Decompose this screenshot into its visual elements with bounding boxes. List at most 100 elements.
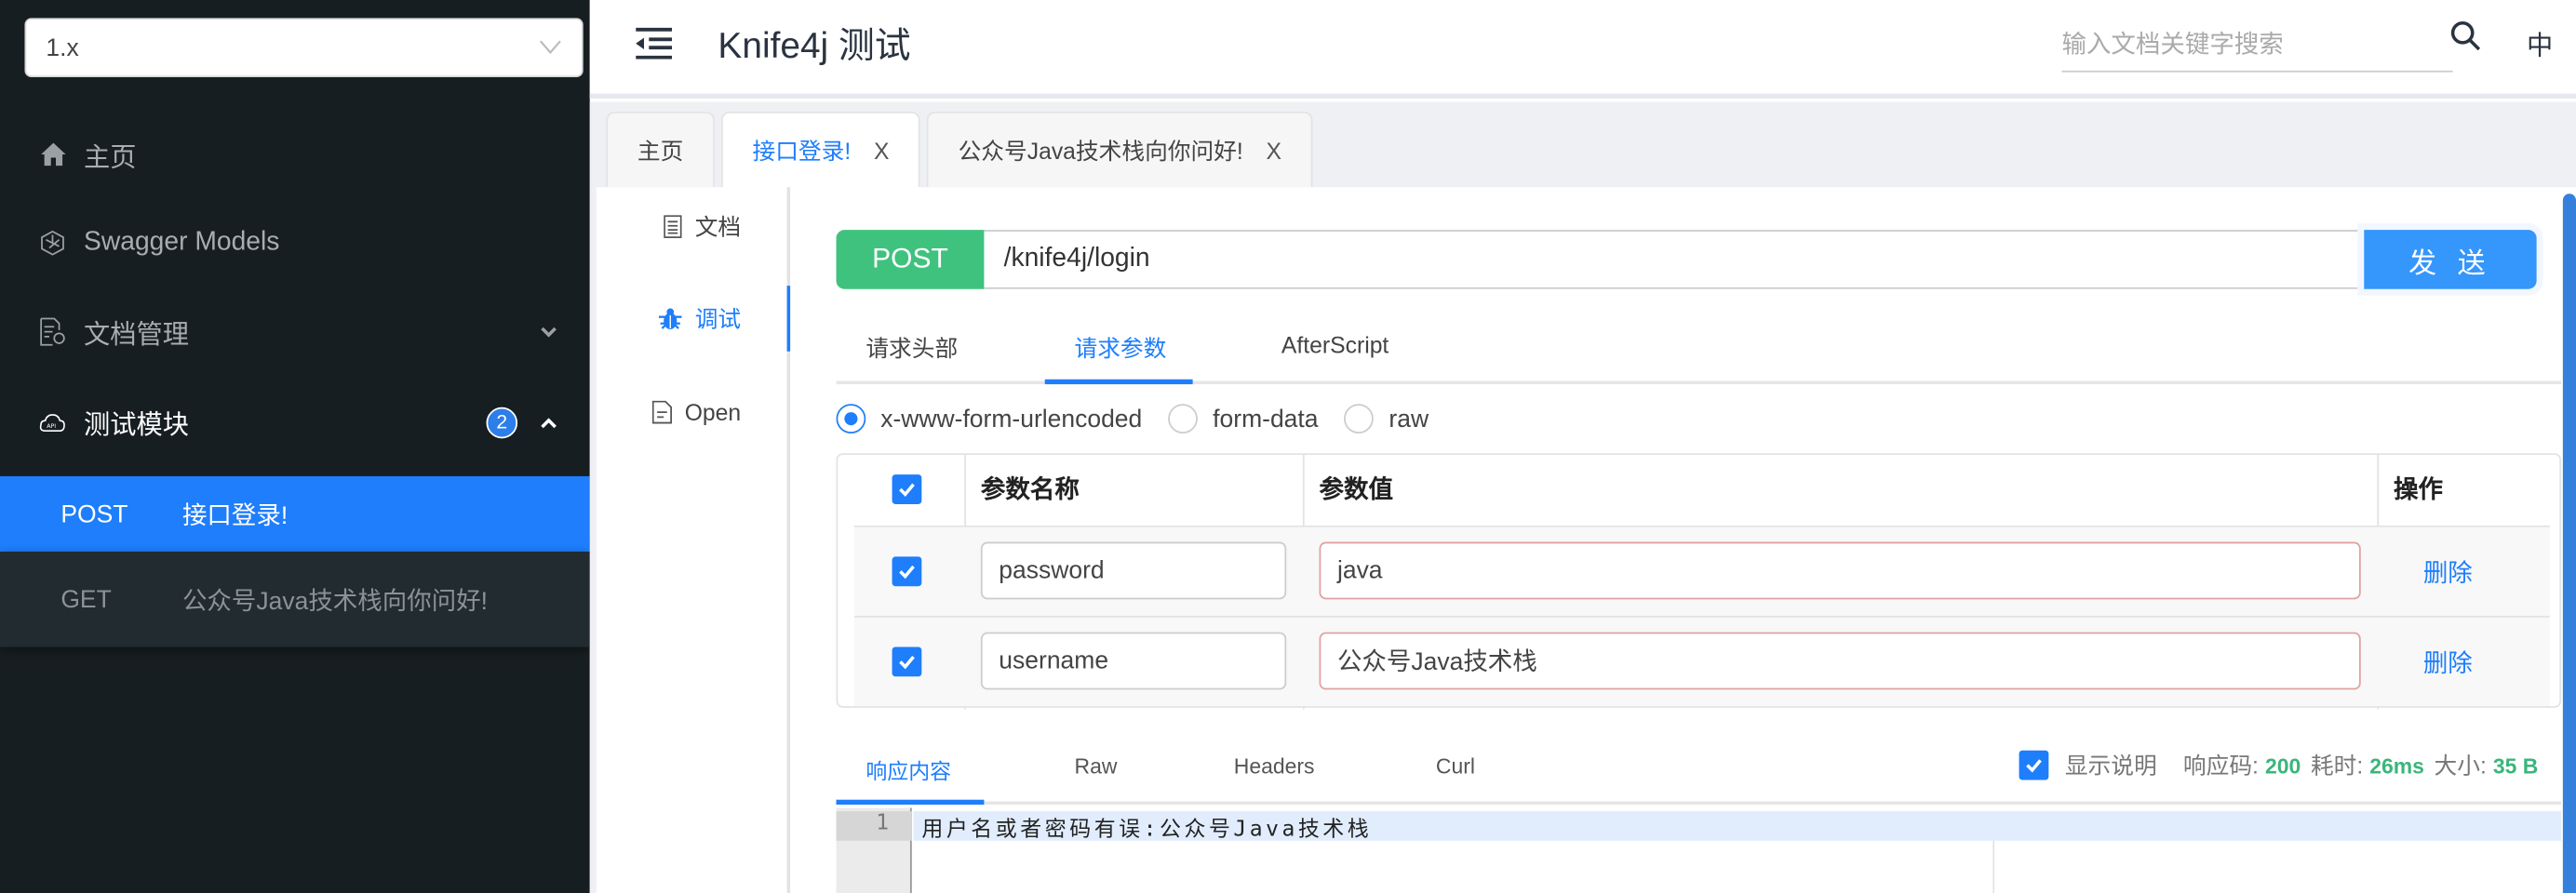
sidebar-item-test-module[interactable]: API 测试模块 2 bbox=[0, 378, 590, 466]
tab-response-headers[interactable]: Headers bbox=[1234, 753, 1315, 778]
search-input[interactable]: 输入文档关键字搜索 bbox=[2061, 17, 2453, 73]
app: 1.x 主页 Swagger Models 文档管理 API 测试模块 2 PO… bbox=[0, 0, 2576, 893]
radio-button[interactable] bbox=[1344, 404, 1375, 434]
params-table: 参数名称 参数值 操作 password java 删除 username 公众… bbox=[836, 453, 2562, 710]
param-value-input[interactable]: java bbox=[1319, 541, 2361, 600]
response-time: 26ms bbox=[2369, 753, 2424, 778]
sidebar: 1.x 主页 Swagger Models 文档管理 API 测试模块 2 PO… bbox=[0, 0, 590, 893]
status-code-label: 响应码: bbox=[2182, 752, 2259, 779]
version-select-value: 1.x bbox=[46, 33, 79, 62]
active-tab-indicator bbox=[836, 799, 985, 805]
tab-request-headers[interactable]: 请求头部 bbox=[865, 332, 958, 365]
inner-nav-label: Open bbox=[684, 398, 742, 426]
main-area: 主页 接口登录! X 公众号Java技术栈向你问好! X 文档 调试 Open … bbox=[589, 101, 2576, 893]
radio-urlencoded[interactable]: x-www-form-urlencoded bbox=[836, 404, 1143, 434]
body-type-radios: x-www-form-urlencoded form-data raw bbox=[836, 404, 1456, 434]
select-all-checkbox[interactable] bbox=[892, 474, 922, 504]
param-name-input[interactable]: username bbox=[980, 632, 1287, 690]
tab-hello[interactable]: 公众号Java技术栈向你问好! X bbox=[927, 112, 1313, 188]
method-tag: POST bbox=[836, 230, 985, 289]
endpoint-item-login[interactable]: POST 接口登录! bbox=[0, 475, 590, 553]
radio-button[interactable] bbox=[836, 404, 866, 434]
close-icon[interactable]: X bbox=[874, 137, 889, 163]
response-body-text: 用户名或者密码有误:公众号Java技术栈 bbox=[921, 818, 1373, 843]
version-select[interactable]: 1.x bbox=[24, 18, 584, 77]
bug-icon bbox=[658, 308, 682, 329]
active-tab-indicator bbox=[1044, 379, 1193, 385]
response-size: 35 B bbox=[2492, 753, 2539, 778]
endpoint-method: POST bbox=[60, 500, 128, 528]
radio-label: raw bbox=[1389, 405, 1429, 433]
inner-nav-open[interactable]: Open bbox=[593, 382, 786, 442]
endpoint-method: GET bbox=[60, 585, 112, 614]
show-description-checkbox[interactable] bbox=[2019, 750, 2049, 780]
url-bar: POST /knife4j/login 发 送 bbox=[836, 230, 2537, 289]
line-number: 1 bbox=[836, 811, 912, 841]
app-title: Knife4j 测试 bbox=[718, 24, 911, 66]
tab-response-raw[interactable]: Raw bbox=[1075, 753, 1118, 778]
table-row: password java 删除 bbox=[853, 525, 2550, 616]
sidebar-item-doc-management[interactable]: 文档管理 bbox=[0, 287, 590, 376]
tab-label: 接口登录! bbox=[752, 137, 852, 164]
tab-afterscript[interactable]: AfterScript bbox=[1281, 332, 1389, 358]
param-name-input[interactable]: password bbox=[980, 541, 1287, 600]
delete-button[interactable]: 删除 bbox=[2423, 555, 2473, 590]
language-toggle[interactable]: 中 bbox=[2527, 23, 2553, 62]
doc-settings-icon bbox=[39, 317, 65, 346]
sidebar-item-home[interactable]: 主页 bbox=[0, 110, 590, 198]
inner-nav-debug[interactable]: 调试 bbox=[593, 286, 791, 352]
chevron-down-icon bbox=[541, 326, 557, 337]
sidebar-item-label: 主页 bbox=[84, 144, 137, 173]
column-header-name: 参数名称 bbox=[980, 475, 1080, 504]
tab-label: 主页 bbox=[637, 137, 684, 164]
status-code: 200 bbox=[2264, 753, 2301, 778]
document-icon bbox=[664, 215, 682, 238]
top-header: Knife4j 测试 输入文档关键字搜索 中 bbox=[589, 0, 2576, 99]
inner-nav-label: 文档 bbox=[694, 213, 742, 240]
row-checkbox[interactable] bbox=[892, 646, 922, 677]
inner-nav: 文档 调试 Open bbox=[597, 187, 791, 893]
radio-form-data[interactable]: form-data bbox=[1168, 404, 1319, 434]
sidebar-item-label: 测试模块 bbox=[84, 412, 190, 441]
table-row: username 公众号Java技术栈 删除 bbox=[853, 615, 2550, 707]
url-input[interactable]: /knife4j/login bbox=[984, 230, 2365, 289]
radio-label: x-www-form-urlencoded bbox=[880, 405, 1143, 433]
chevron-down-icon bbox=[539, 40, 561, 55]
tab-response-content[interactable]: 响应内容 bbox=[865, 753, 951, 785]
tab-login[interactable]: 接口登录! X bbox=[720, 112, 920, 188]
models-icon bbox=[39, 230, 65, 256]
scrollbar[interactable] bbox=[2562, 193, 2576, 893]
menu-collapse-icon[interactable] bbox=[636, 26, 673, 60]
inner-nav-doc[interactable]: 文档 bbox=[593, 197, 786, 257]
radio-button[interactable] bbox=[1168, 404, 1199, 434]
param-value-input[interactable]: 公众号Java技术栈 bbox=[1319, 632, 2361, 690]
row-checkbox[interactable] bbox=[892, 556, 922, 587]
column-header-value: 参数值 bbox=[1319, 475, 1394, 504]
response-meta: 显示说明 响应码: 200 耗时: 26ms 大小: 35 B bbox=[2019, 749, 2548, 781]
sidebar-item-swagger-models[interactable]: Swagger Models bbox=[0, 199, 590, 287]
delete-button[interactable]: 删除 bbox=[2423, 646, 2473, 680]
print-margin bbox=[1992, 840, 1995, 893]
response-tabs: 响应内容 Raw Headers Curl 显示说明 响应码: 200 耗时: … bbox=[836, 726, 2562, 805]
tab-request-params[interactable]: 请求参数 bbox=[1075, 332, 1167, 365]
tab-response-curl[interactable]: Curl bbox=[1436, 753, 1475, 778]
sidebar-item-label: 文档管理 bbox=[84, 321, 190, 351]
time-label: 耗时: bbox=[2310, 752, 2364, 779]
inner-nav-label: 调试 bbox=[694, 305, 742, 332]
search-icon[interactable] bbox=[2449, 20, 2482, 52]
endpoint-label: 接口登录! bbox=[181, 501, 288, 530]
radio-label: form-data bbox=[1213, 405, 1319, 433]
svg-text:API: API bbox=[47, 422, 56, 429]
request-tabs: 请求头部 请求参数 AfterScript bbox=[836, 315, 2562, 385]
close-icon[interactable]: X bbox=[1267, 137, 1281, 163]
content-panel: 文档 调试 Open POST /knife4j/login 发 送 请求头部 … bbox=[596, 187, 2576, 893]
endpoint-item-hello[interactable]: GET 公众号Java技术栈向你问好! bbox=[0, 552, 590, 647]
size-label: 大小: bbox=[2434, 752, 2487, 779]
endpoint-label: 公众号Java技术栈向你问好! bbox=[181, 587, 489, 616]
tab-home[interactable]: 主页 bbox=[606, 112, 715, 188]
radio-raw[interactable]: raw bbox=[1344, 404, 1429, 434]
send-button[interactable]: 发 送 bbox=[2364, 230, 2537, 289]
response-editor[interactable]: 1 用户名或者密码有误:公众号Java技术栈 bbox=[836, 807, 2562, 893]
tab-label: 公众号Java技术栈向你问好! bbox=[958, 137, 1243, 164]
count-badge: 2 bbox=[486, 406, 518, 438]
